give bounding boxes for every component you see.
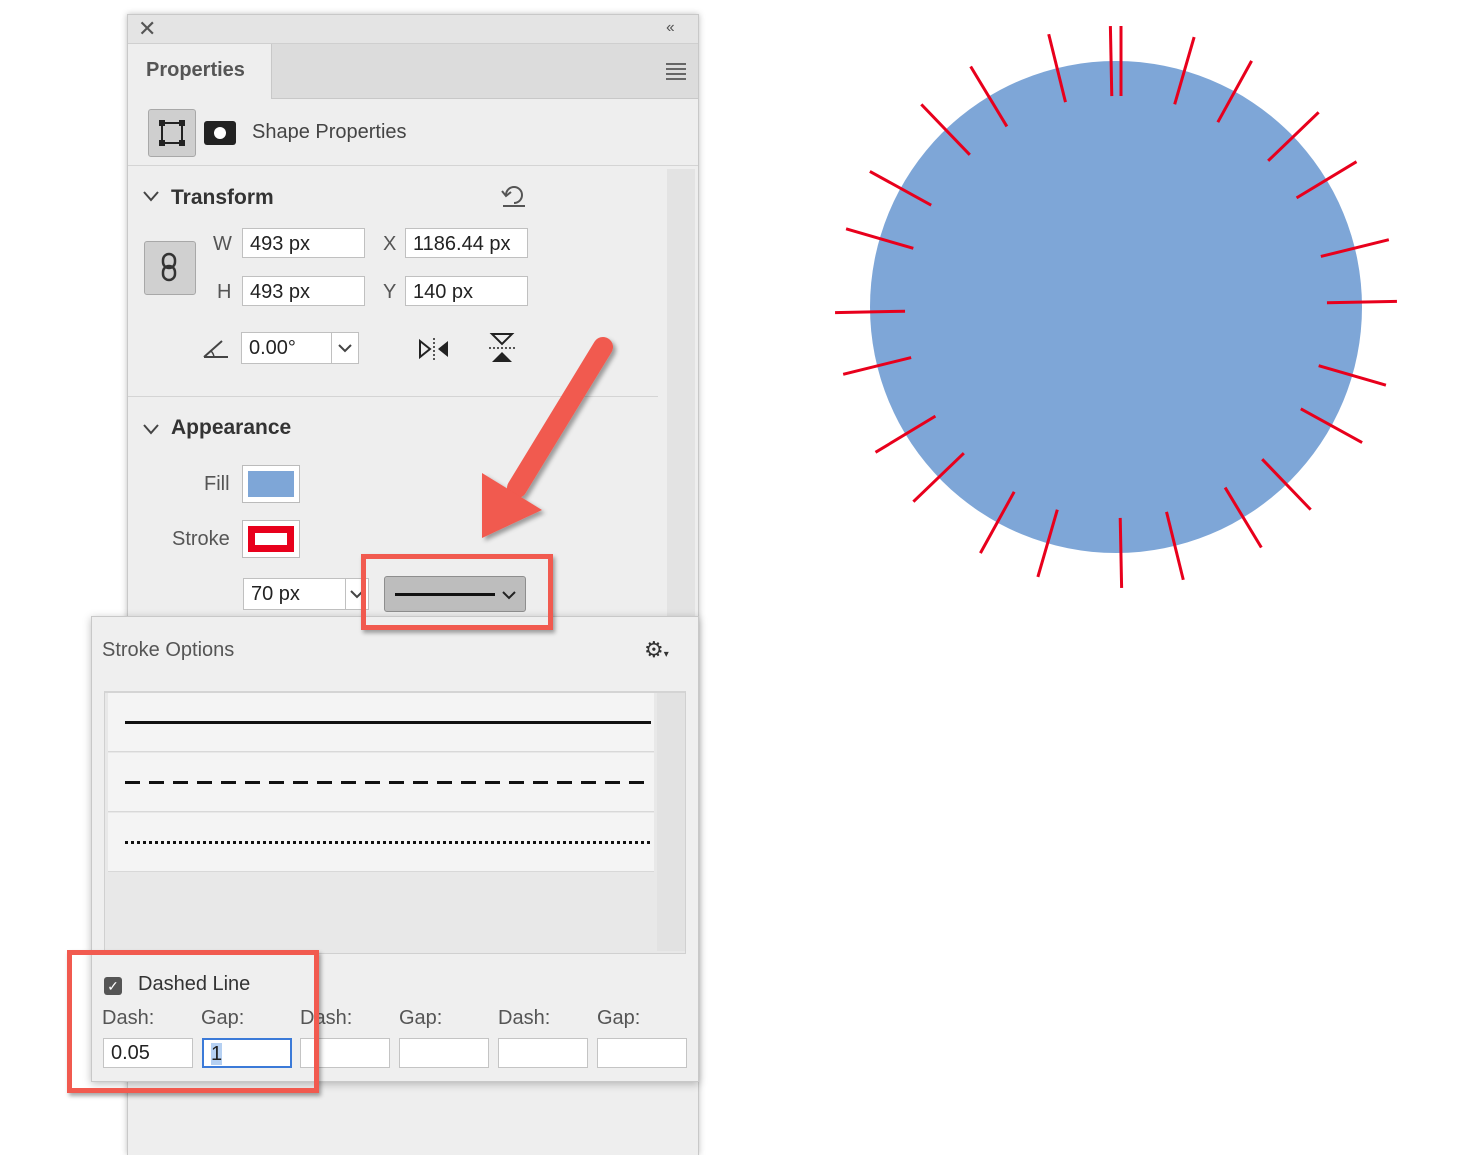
x-field[interactable]: 1186.44 px — [405, 228, 528, 258]
stroke-tick — [835, 309, 906, 315]
fill-swatch[interactable] — [242, 465, 300, 503]
gap-label-2: Gap: — [399, 1007, 443, 1029]
panel-scrollbar[interactable] — [667, 169, 695, 629]
dash-field-3[interactable] — [498, 1038, 588, 1068]
style-list-scrollbar[interactable] — [657, 693, 685, 951]
stroke-style-highlight-box — [361, 554, 553, 630]
width-field[interactable]: 493 px — [242, 228, 365, 258]
flip-horizontal-icon[interactable] — [416, 335, 452, 368]
chevron-down-icon[interactable] — [142, 187, 160, 208]
stroke-style-solid[interactable] — [108, 693, 654, 752]
chevron-down-icon[interactable] — [142, 420, 160, 441]
gap-field-2[interactable] — [399, 1038, 489, 1068]
rotation-angle-icon — [202, 337, 230, 366]
mask-shape-icon[interactable] — [204, 121, 236, 145]
close-icon[interactable]: ✕ — [138, 17, 156, 41]
fill-color-chip — [248, 471, 294, 497]
section-divider — [128, 396, 658, 397]
appearance-section-title: Appearance — [171, 416, 292, 439]
y-label: Y — [383, 281, 397, 303]
transform-section-title: Transform — [171, 186, 274, 209]
gear-icon[interactable]: ⚙▾ — [644, 637, 669, 663]
dashed-line-highlight-box — [67, 950, 319, 1093]
reset-transform-icon[interactable] — [500, 181, 528, 214]
fill-label: Fill — [204, 473, 230, 495]
rotation-field[interactable]: 0.00° — [241, 332, 333, 364]
height-field[interactable]: 493 px — [242, 276, 365, 306]
stroke-tick — [1108, 26, 1114, 97]
tab-properties-label: Properties — [146, 59, 245, 81]
constrain-proportions-button[interactable] — [144, 241, 196, 295]
stroke-swatch[interactable] — [242, 520, 300, 558]
dash-label-3: Dash: — [498, 1007, 551, 1029]
stroke-options-title: Stroke Options — [102, 639, 235, 661]
rotation-dropdown-button[interactable] — [331, 332, 359, 364]
flip-vertical-icon[interactable] — [486, 331, 518, 370]
chevron-down-icon — [338, 344, 352, 353]
stroke-style-dashed[interactable] — [108, 753, 654, 812]
stroke-style-dotted[interactable] — [108, 813, 654, 872]
chain-link-icon — [161, 252, 177, 282]
height-label: H — [217, 281, 232, 303]
bounding-box-icon — [159, 120, 185, 146]
shape-properties-label: Shape Properties — [252, 121, 407, 143]
stroke-tick — [1326, 299, 1397, 305]
x-label: X — [383, 233, 397, 255]
transform-bounds-button[interactable] — [148, 109, 196, 157]
stroke-style-list — [104, 691, 686, 954]
stroke-width-field[interactable]: 70 px — [243, 578, 347, 610]
stroke-tick — [1118, 517, 1124, 588]
hamburger-menu-icon[interactable] — [666, 63, 686, 83]
stroke-label: Stroke — [172, 528, 230, 550]
gap-field-3[interactable] — [597, 1038, 687, 1068]
collapse-panel-icon[interactable]: ‹‹ — [666, 19, 675, 37]
width-label: W — [213, 233, 232, 255]
panel-title-bar — [128, 15, 698, 44]
gap-label-3: Gap: — [597, 1007, 641, 1029]
canvas-circle-shape[interactable] — [870, 61, 1362, 553]
y-field[interactable]: 140 px — [405, 276, 528, 306]
stroke-color-chip — [248, 526, 294, 552]
